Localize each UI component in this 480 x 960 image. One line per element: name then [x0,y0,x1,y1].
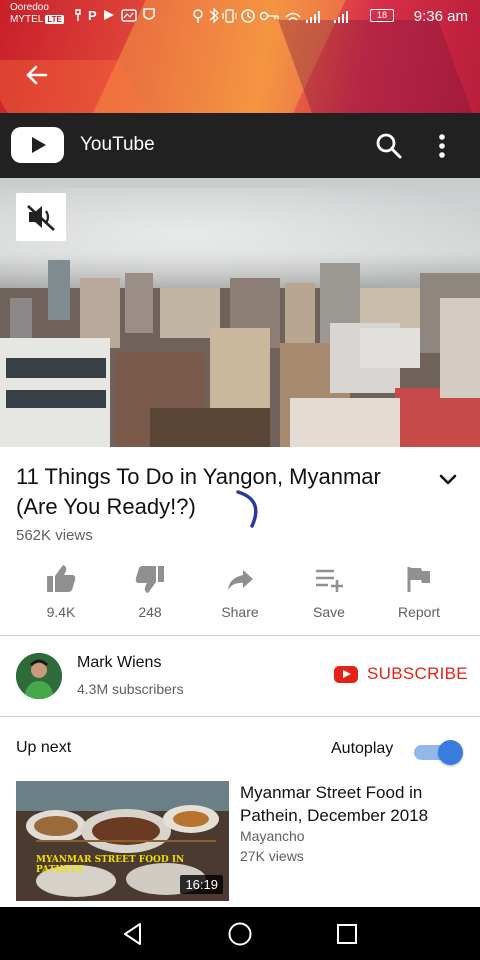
next-video-channel: Mayancho [240,828,305,844]
nav-home-button[interactable] [226,920,254,948]
thumbnail-caption: MYANMAR STREET FOOD IN PATHEIN [36,855,185,875]
save-button[interactable]: Save [284,560,374,626]
battery-level: 18 [376,10,387,20]
more-vert-icon [439,134,445,158]
subscribe-label: SUBSCRIBE [367,664,468,683]
video-title-area: 11 Things To Do in Yangon, Myanmar (Are … [16,462,416,522]
like-button[interactable]: 9.4K [16,560,106,626]
nav-back-icon [124,923,141,945]
channel-name[interactable]: Mark Wiens [77,654,161,672]
battery-icon: 18 [370,9,394,22]
subscribe-button[interactable]: SUBSCRIBE [334,662,470,690]
action-row: 9.4K 248 Share Save Report [0,560,480,630]
youtube-play-icon [334,666,358,683]
view-count: 562K views [16,527,93,544]
search-icon [376,133,402,159]
avatar-image [16,653,62,699]
search-button[interactable] [374,131,404,161]
autoplay-label: Autoplay [331,740,394,757]
youtube-logo-icon [11,127,64,163]
next-video-views: 27K views [240,848,304,864]
up-next-heading: Up next [16,739,72,756]
app-title: YouTube [80,134,155,155]
share-icon [228,570,253,590]
video-title: 11 Things To Do in Yangon, Myanmar (Are … [16,464,381,519]
more-options-button[interactable] [430,131,454,161]
mute-toggle-button[interactable] [16,193,66,241]
share-label: Share [221,604,259,620]
nav-home-icon [228,922,252,946]
carrier-1: Ooredoo [10,2,49,13]
next-video-title[interactable]: Myanmar Street Food in Pathein, December… [240,781,470,827]
back-button[interactable] [20,60,54,90]
flag-icon [407,567,430,592]
like-count: 9.4K [46,604,76,620]
system-icons [190,7,360,28]
clock: 9:36 am [413,8,468,25]
nav-back-button[interactable] [120,921,146,947]
notification-icons: P [74,7,174,26]
save-label: Save [313,604,345,620]
system-nav-bar [0,907,480,960]
thumbs-up-icon [47,565,76,592]
back-arrow-icon [26,65,48,85]
notification-icons-svg: P [75,8,155,23]
system-icons-svg [193,7,348,24]
carrier-info: Ooredoo MYTEL LTE [10,2,64,26]
nav-recents-button[interactable] [334,921,360,947]
svg-text:P: P [88,8,101,23]
channel-avatar[interactable] [16,653,62,699]
report-button[interactable]: Report [374,560,464,626]
autoplay-toggle[interactable] [414,740,466,765]
report-label: Report [397,604,441,620]
app-bar: YouTube [0,113,480,178]
city-skyline-image [0,260,480,447]
next-video-thumbnail[interactable]: MYANMAR STREET FOOD IN PATHEIN 16:19 [16,781,229,901]
dislike-count: 248 [138,604,162,620]
status-bar: Ooredoo MYTEL LTE P 18 9:36 am [0,0,480,32]
subscriber-count: 4.3M subscribers [77,681,184,697]
thumbs-down-icon [135,566,164,593]
dislike-button[interactable]: 248 [105,560,195,626]
share-button[interactable]: Share [195,560,285,626]
carrier-2: MYTEL [10,14,44,25]
lte-badge: LTE [45,15,64,24]
nav-recents-icon [337,924,357,944]
playlist-add-icon [316,569,343,592]
video-duration: 16:19 [180,875,223,894]
chevron-down-icon [439,474,457,485]
expand-description-button[interactable] [434,468,462,492]
loading-spinner-icon [234,486,268,530]
video-player[interactable] [0,178,480,447]
divider [0,716,480,717]
volume-off-icon [27,205,55,231]
divider [0,635,480,636]
